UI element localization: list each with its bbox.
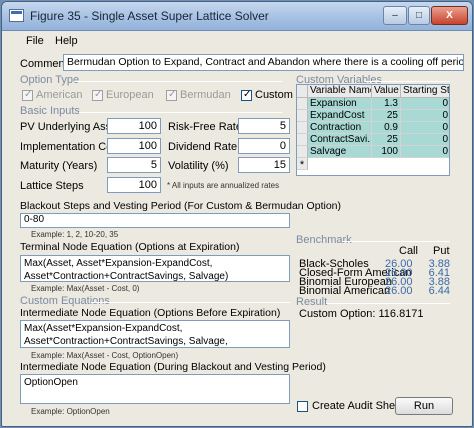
custom-variables-grid[interactable]: Variable Name Value Starting Step Expans… <box>296 84 450 176</box>
grid-cell[interactable]: 25 <box>372 134 401 146</box>
european-label: European <box>106 89 154 101</box>
custom-equations-divider <box>91 302 290 303</box>
american-checkbox[interactable]: ✓ <box>22 89 33 101</box>
benchmark-header-call: Call <box>399 245 418 257</box>
close-button[interactable]: X <box>431 6 468 25</box>
option-type-divider <box>74 81 282 82</box>
maturity-input[interactable]: 5 <box>107 157 161 173</box>
european-checkbox[interactable]: ✓ <box>92 89 103 101</box>
new-row-marker: * <box>297 158 308 171</box>
row-header <box>297 146 308 158</box>
lattice-steps-label: Lattice Steps <box>20 180 84 192</box>
pv-asset-input[interactable]: 100 <box>107 118 161 134</box>
grid-cell[interactable]: 0 <box>401 98 449 110</box>
result-value: Custom Option: 116.8171 <box>299 308 424 320</box>
intermediate-label: Intermediate Node Equation (Options Befo… <box>20 307 281 319</box>
grid-cell[interactable]: 1.3 <box>372 98 401 110</box>
benchmark-put-value: 6.44 <box>428 285 450 297</box>
blackout-example: Example: 1, 2, 10-20, 35 <box>31 230 119 239</box>
grid-cell[interactable]: ContractSavi... <box>308 134 372 146</box>
blackout-equation-input[interactable]: OptionOpen <box>20 374 290 404</box>
run-button[interactable]: Run <box>395 397 453 415</box>
annualized-note: * All inputs are annualized rates <box>167 181 280 190</box>
benchmark-divider <box>342 241 450 242</box>
terminal-label: Terminal Node Equation (Options at Expir… <box>20 241 240 253</box>
grid-cell[interactable]: Expansion <box>308 98 372 110</box>
american-label: American <box>36 89 83 101</box>
blackout-input[interactable]: 0-80 <box>20 213 290 228</box>
solver-window: Figure 35 - Single Asset Super Lattice S… <box>1 1 473 427</box>
intermediate-equation-input[interactable]: Max(Asset*Expansion-ExpandCost, Asset*Co… <box>20 320 290 348</box>
bermudan-label: Bermudan <box>180 89 231 101</box>
grid-header-variable-name[interactable]: Variable Name <box>308 85 372 98</box>
blackout-label: Blackout Steps and Vesting Period (For C… <box>20 200 341 212</box>
blackout-equation-label: Intermediate Node Equation (During Black… <box>20 361 326 373</box>
result-label: Result <box>296 296 328 308</box>
grid-cell[interactable]: Salvage <box>308 146 372 158</box>
grid-header-value[interactable]: Value <box>372 85 401 98</box>
benchmark-call-value: 26.00 <box>385 285 413 297</box>
result-divider <box>326 303 450 304</box>
maturity-label: Maturity (Years) <box>20 160 98 172</box>
risk-free-input[interactable]: 5 <box>238 118 290 134</box>
impl-cost-input[interactable]: 100 <box>107 138 161 154</box>
grid-cell[interactable]: 0 <box>401 134 449 146</box>
row-header <box>297 110 308 122</box>
grid-header-starting-step[interactable]: Starting Step <box>401 85 449 98</box>
row-header <box>297 134 308 146</box>
audit-sheet-label: Create Audit Sheet <box>312 400 405 412</box>
grid-cell[interactable]: 0.9 <box>372 122 401 134</box>
row-header <box>297 98 308 110</box>
intermediate-example: Example: Max(Asset - Cost, OptionOpen) <box>31 351 179 360</box>
custom-variables-divider <box>364 81 450 82</box>
grid-cell[interactable]: 0 <box>401 110 449 122</box>
audit-sheet-checkbox[interactable] <box>297 401 308 412</box>
title-bar[interactable]: Figure 35 - Single Asset Super Lattice S… <box>2 2 472 31</box>
grid-corner <box>297 85 308 98</box>
window-title: Figure 35 - Single Asset Super Lattice S… <box>30 9 269 23</box>
menu-help[interactable]: Help <box>55 35 78 47</box>
basic-inputs-label: Basic Inputs <box>20 105 80 117</box>
custom-equations-label: Custom Equations <box>20 295 110 307</box>
maximize-button[interactable]: □ <box>408 6 430 25</box>
option-type-label: Option Type <box>20 74 80 86</box>
grid-cell[interactable]: 0 <box>401 122 449 134</box>
volatility-label: Volatility (%) <box>168 160 229 172</box>
grid-cell[interactable]: 0 <box>401 146 449 158</box>
row-header <box>297 122 308 134</box>
grid-cell[interactable]: 100 <box>372 146 401 158</box>
basic-inputs-divider <box>79 112 282 113</box>
minimize-button[interactable]: – <box>383 6 407 25</box>
menu-bar: File Help <box>2 32 472 50</box>
custom-label: Custom <box>255 89 293 101</box>
benchmark-label: Benchmark <box>296 234 352 246</box>
custom-checkbox[interactable]: ✓ <box>241 89 252 101</box>
lattice-steps-input[interactable]: 100 <box>107 177 161 193</box>
dividend-input[interactable]: 0 <box>238 138 290 154</box>
benchmark-header-put: Put <box>433 245 450 257</box>
volatility-input[interactable]: 15 <box>238 157 290 173</box>
app-icon <box>9 9 24 22</box>
blackout-equation-example: Example: OptionOpen <box>31 407 110 416</box>
comment-label: Comment <box>20 58 68 70</box>
grid-cell[interactable]: 25 <box>372 110 401 122</box>
bermudan-checkbox[interactable]: ✓ <box>166 89 177 101</box>
grid-cell[interactable]: ExpandCost <box>308 110 372 122</box>
grid-cell[interactable]: Contraction <box>308 122 372 134</box>
terminal-equation-input[interactable]: Max(Asset, Asset*Expansion-ExpandCost, A… <box>20 255 290 282</box>
comment-input[interactable]: Bermudan Option to Expand, Contract and … <box>63 54 464 71</box>
terminal-example: Example: Max(Asset - Cost, 0) <box>31 284 140 293</box>
menu-file[interactable]: File <box>26 35 44 47</box>
